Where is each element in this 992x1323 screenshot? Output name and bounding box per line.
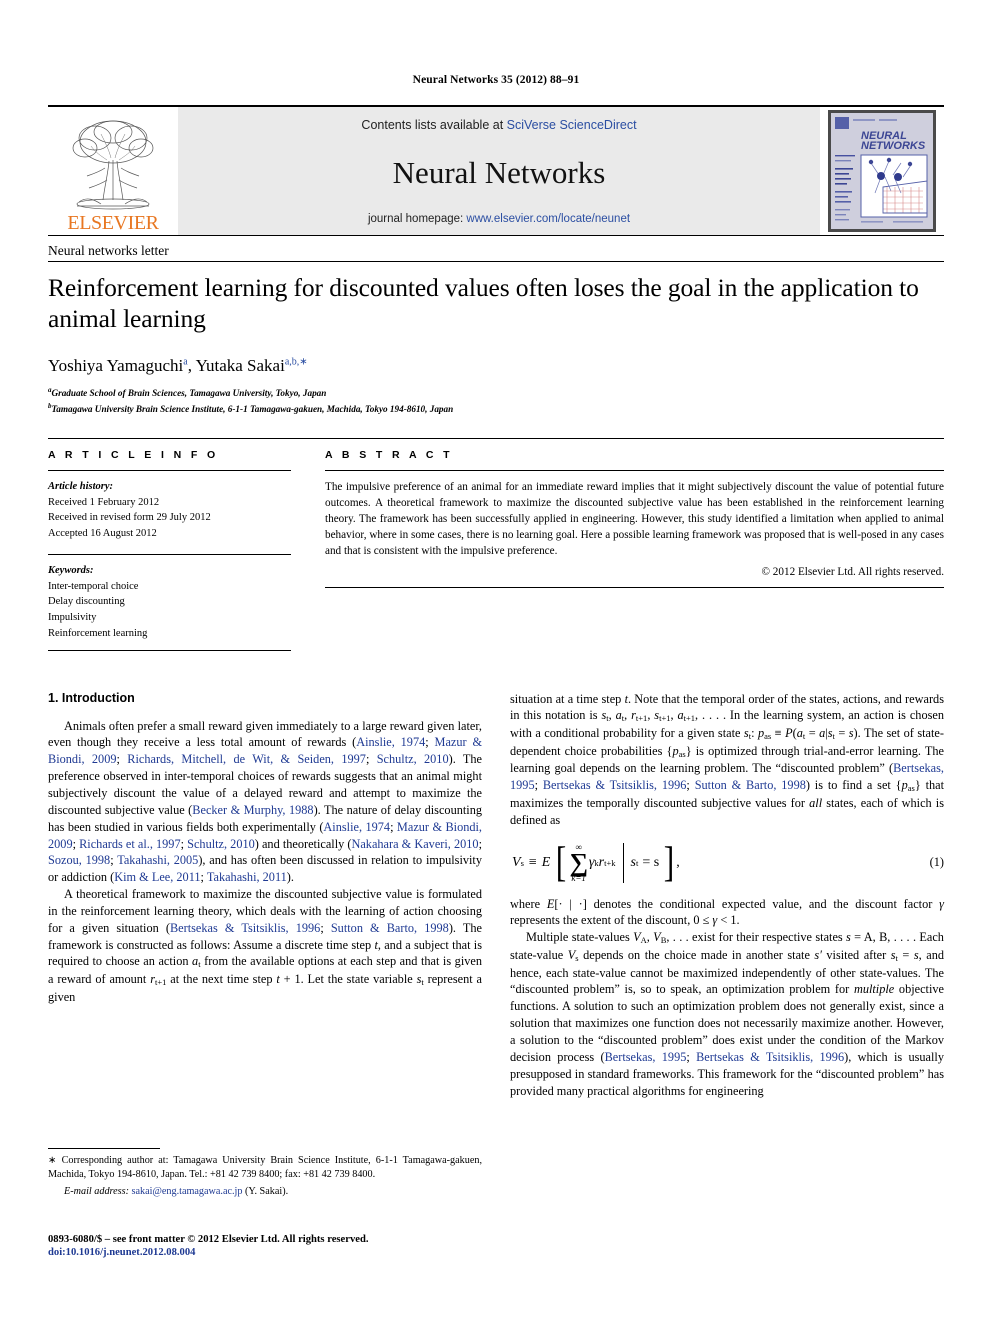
- journal-homepage-link[interactable]: www.elsevier.com/locate/neunet: [466, 213, 630, 225]
- abstract-text: The impulsive preference of an animal fo…: [325, 480, 944, 557]
- footnote-rule: [48, 1148, 160, 1149]
- sum-symbol: ∑: [569, 847, 588, 877]
- abstract-copyright: © 2012 Elsevier Ltd. All rights reserved…: [761, 565, 945, 578]
- keywords-label: Keywords:: [48, 564, 94, 576]
- body-gutter: [482, 691, 510, 1100]
- equation-trailing-comma: ,: [676, 854, 680, 870]
- section-heading-introduction: 1. Introduction: [48, 690, 135, 705]
- author-list: Yoshiya Yamaguchia, Yutaka Sakaia,b,∗: [48, 356, 944, 376]
- abstract-column: A B S T R A C T The impulsive preference…: [325, 449, 944, 651]
- equation-left-bracket: [: [556, 839, 567, 886]
- abstract-rule: [325, 469, 944, 471]
- history-accepted: Accepted 16 August 2012: [48, 528, 157, 540]
- corresponding-author-note: ∗ Corresponding author at: Tamagawa Univ…: [48, 1155, 482, 1181]
- equation-cond-state-sub: t: [635, 857, 639, 868]
- keyword-item: Reinforcement learning: [48, 627, 148, 639]
- affiliation-b: bTamagawa University Brain Science Insti…: [48, 401, 944, 416]
- equation-summation: ∞ ∑ k=1: [569, 842, 588, 883]
- article-info-rule: [48, 469, 291, 471]
- equation-expectation: E: [541, 854, 551, 870]
- journal-masthead: ELSEVIER Contents lists available at Sci…: [48, 105, 944, 235]
- affiliation-b-text: Tamagawa University Brain Science Instit…: [51, 403, 454, 414]
- contents-prefix: Contents lists available at: [361, 118, 507, 132]
- running-head: Neural Networks 35 (2012) 88–91: [412, 74, 580, 86]
- keyword-item: Inter-temporal choice: [48, 580, 139, 592]
- svg-text:NETWORKS: NETWORKS: [861, 140, 926, 152]
- equation-equiv: ≡: [528, 854, 537, 870]
- article-info-heading: A R T I C L E I N F O: [48, 448, 219, 461]
- paragraph: A theoretical framework to maximize the …: [48, 887, 482, 1004]
- author-1: Yoshiya Yamaguchi: [48, 356, 184, 376]
- equation-right-bracket: ]: [663, 839, 675, 886]
- history-received: Received 1 February 2012: [48, 496, 160, 508]
- body-column-left: 1. Introduction Animals often prefer a s…: [48, 691, 482, 1100]
- column-gutter: [291, 449, 325, 651]
- keywords-block: Keywords: Inter-temporal choice Delay di…: [48, 553, 291, 651]
- paragraph: Multiple state-values VA, VB, . . . exis…: [510, 930, 945, 1098]
- equation-cond-equality: = s: [642, 854, 660, 870]
- doi-line: doi:10.1016/j.neunet.2012.08.004: [48, 1247, 196, 1259]
- email-link[interactable]: sakai@eng.tamagawa.ac.jp: [132, 1186, 243, 1197]
- paper-page: Neural Networks 35 (2012) 88–91 ELSEVIER…: [0, 0, 992, 1323]
- email-suffix: (Y. Sakai).: [245, 1185, 289, 1197]
- journal-homepage-line: journal homepage: www.elsevier.com/locat…: [368, 213, 630, 225]
- keywords-bottom-rule: [48, 649, 291, 651]
- equation-conditional-bar: [622, 842, 624, 883]
- article-info-column: A R T I C L E I N F O Article history: R…: [48, 449, 291, 651]
- keyword-item: Delay discounting: [48, 596, 125, 608]
- article-type-label: Neural networks letter: [48, 243, 169, 258]
- equation-1: Vs ≡ E [ ∞ ∑ k=1 γ k r t+k st = s ] , (1…: [510, 839, 944, 886]
- keywords-top-rule: [48, 553, 291, 555]
- journal-title: Neural Networks: [392, 155, 606, 190]
- sum-lower-limit: k=1: [571, 872, 586, 883]
- page-title: Reinforcement learning for discounted va…: [48, 273, 919, 334]
- equation-lhs-sub: s: [520, 857, 524, 868]
- affiliation-list: aGraduate School of Brain Sciences, Tama…: [48, 385, 944, 416]
- author-2-affil-marker: a,b,∗: [284, 356, 308, 368]
- contents-available-line: Contents lists available at SciVerse Sci…: [361, 118, 636, 132]
- abstract-heading: A B S T R A C T: [325, 448, 453, 461]
- history-revised: Received in revised form 29 July 2012: [48, 512, 211, 524]
- elsevier-logo: ELSEVIER: [48, 107, 178, 235]
- cover-artwork: NEURAL NETWORKS: [828, 110, 936, 232]
- paragraph: Animals often prefer a small reward give…: [48, 718, 483, 885]
- article-info-abstract-block: A R T I C L E I N F O Article history: R…: [48, 437, 944, 651]
- issn-copyright-line: 0893-6080/$ – see front matter © 2012 El…: [48, 1234, 369, 1245]
- elsevier-wordmark: ELSEVIER: [67, 212, 159, 234]
- affiliation-a: aGraduate School of Brain Sciences, Tama…: [48, 385, 944, 400]
- title-top-rule: [48, 261, 944, 262]
- article-history-label: Article history:: [48, 480, 114, 492]
- equation-number: (1): [929, 855, 944, 870]
- sciencedirect-link[interactable]: SciVerse ScienceDirect: [507, 118, 637, 132]
- homepage-prefix: journal homepage:: [367, 213, 467, 225]
- paragraph: where E[· | ·] denotes the conditional e…: [510, 896, 944, 928]
- affiliation-a-text: Graduate School of Brain Sciences, Tamag…: [51, 388, 327, 399]
- equation-reward-sub: t+k: [604, 857, 616, 868]
- email-note: E-mail address: sakai@eng.tamagawa.ac.jp…: [48, 1185, 482, 1199]
- journal-band: Contents lists available at SciVerse Sci…: [178, 107, 820, 235]
- equation-1-expression: Vs ≡ E [ ∞ ∑ k=1 γ k r t+k st = s ] ,: [510, 839, 930, 886]
- author-2: , Yutaka Sakai: [187, 356, 285, 376]
- email-label: E-mail address:: [64, 1185, 129, 1197]
- elsevier-tree-icon: [72, 120, 154, 210]
- cover-illustration-icon: NEURAL NETWORKS: [831, 113, 933, 229]
- abstract-bottom-rule: [325, 586, 944, 588]
- paragraph: situation at a time step t. Note that th…: [510, 691, 945, 827]
- keyword-item: Impulsivity: [48, 612, 97, 624]
- footnote-block: ∗ Corresponding author at: Tamagawa Univ…: [48, 1148, 482, 1199]
- body-column-right: situation at a time step t. Note that th…: [510, 691, 944, 1100]
- equation-lhs: V: [512, 854, 521, 870]
- page-footer: 0893-6080/$ – see front matter © 2012 El…: [48, 1232, 588, 1258]
- body-columns: 1. Introduction Animals often prefer a s…: [48, 691, 944, 1100]
- journal-cover-thumbnail: NEURAL NETWORKS: [820, 107, 944, 235]
